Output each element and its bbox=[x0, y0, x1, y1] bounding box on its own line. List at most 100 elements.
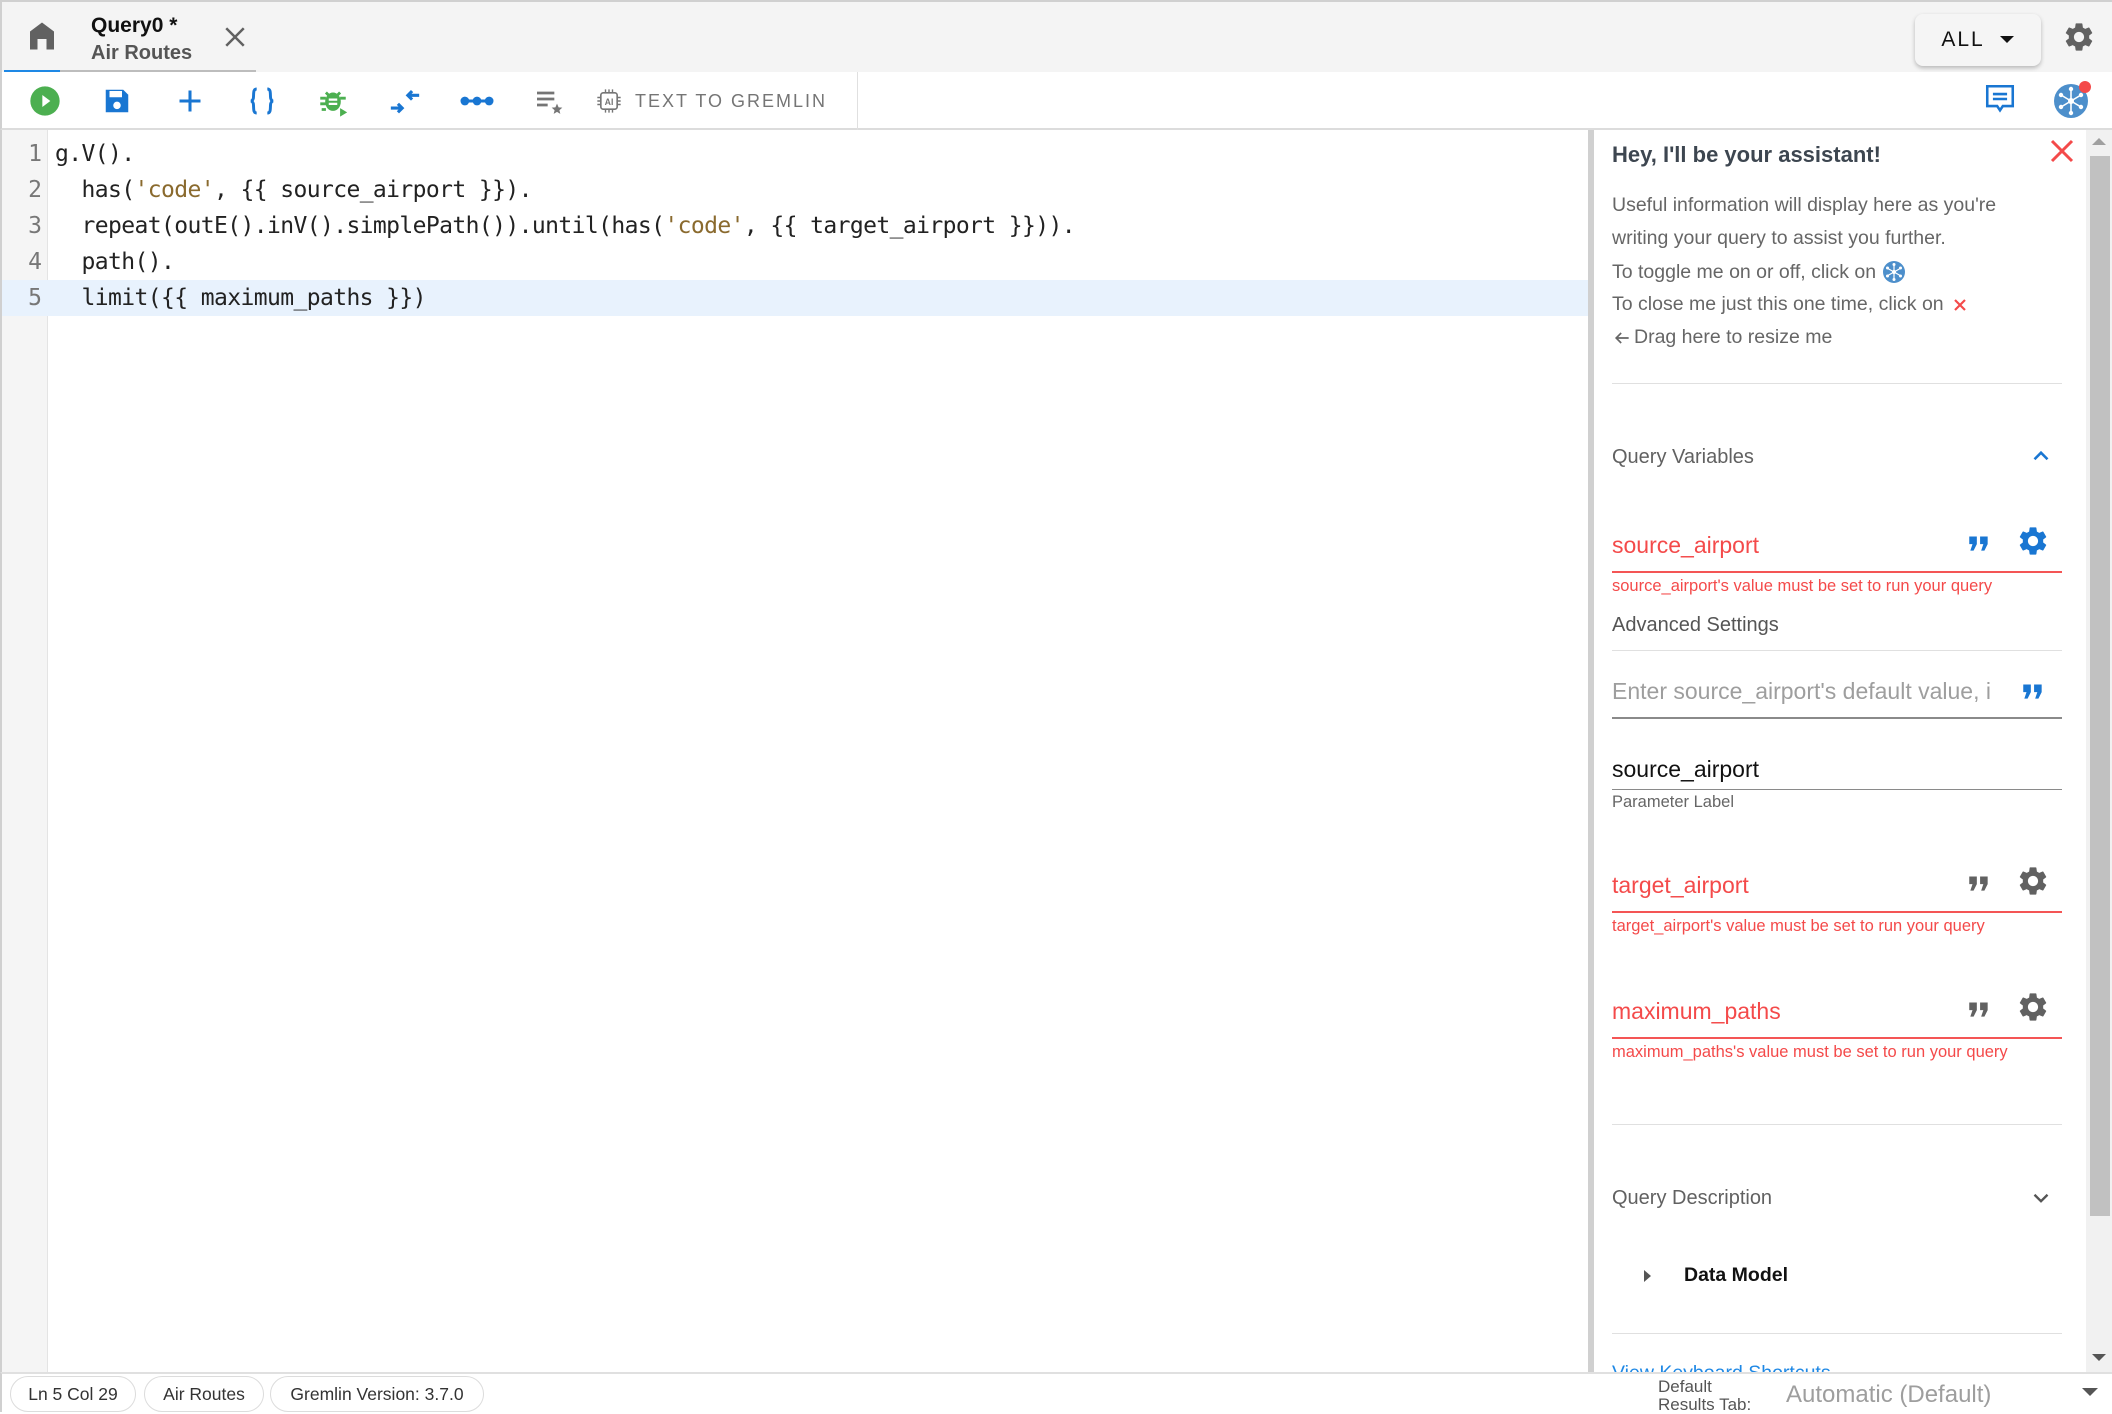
code-line[interactable]: 2 has('code', {{ source_airport }}). bbox=[2, 172, 1590, 208]
default-results-tab-select[interactable]: Automatic (Default) bbox=[1786, 1378, 2106, 1412]
play-circle-icon bbox=[30, 86, 60, 116]
code-line[interactable]: 4 path(). bbox=[2, 244, 1590, 280]
query-description-toggle[interactable] bbox=[2028, 1185, 2054, 1211]
settings-button[interactable] bbox=[2062, 20, 2096, 54]
code-text[interactable]: has('code', {{ source_airport }}). bbox=[55, 172, 532, 208]
mode-select-button[interactable]: ALL bbox=[1915, 14, 2041, 66]
code-token: , {{ source_airport }}). bbox=[213, 177, 533, 203]
gear-icon bbox=[2065, 23, 2093, 51]
gear-icon bbox=[2019, 993, 2047, 1021]
toggle-hint-text: To toggle me on or off, click on bbox=[1612, 260, 1877, 283]
list-star-icon bbox=[537, 91, 563, 114]
plus-icon bbox=[179, 90, 201, 112]
assistant-panel-scrollbar[interactable] bbox=[2086, 130, 2112, 1372]
variable-settings-button[interactable] bbox=[2016, 864, 2050, 898]
tab-subtitle[interactable]: Air Routes bbox=[91, 42, 192, 65]
variable-name-target-airport[interactable]: target_airport bbox=[1612, 872, 1749, 899]
code-text[interactable]: limit({{ maximum_paths }}) bbox=[55, 280, 426, 316]
parameter-label-caption: Parameter Label bbox=[1612, 793, 1734, 811]
debug-button[interactable] bbox=[316, 84, 350, 118]
default-value-string-toggle[interactable] bbox=[2020, 678, 2048, 706]
compress-arrows-icon bbox=[390, 89, 420, 114]
input-underline bbox=[1612, 789, 2062, 790]
assistant-close-hint: To close me just this one time, click on bbox=[1612, 293, 1970, 316]
save-button[interactable] bbox=[100, 84, 134, 118]
toolbar: AI TEXT TO GREMLIN bbox=[0, 72, 2112, 130]
home-button[interactable] bbox=[24, 18, 60, 54]
code-editor[interactable]: 1 g.V(). 2 has('code', {{ source_airport }… bbox=[0, 130, 1590, 1372]
assistant-resize-hint: Drag here to resize me bbox=[1612, 326, 1832, 349]
string-literal: 'code' bbox=[134, 177, 214, 203]
format-button[interactable] bbox=[245, 84, 279, 118]
code-line[interactable]: 1 g.V(). bbox=[2, 136, 1590, 172]
default-value-input[interactable] bbox=[1612, 674, 2012, 708]
variable-name-maximum-paths[interactable]: maximum_paths bbox=[1612, 998, 1781, 1025]
feedback-button[interactable] bbox=[1983, 82, 2017, 116]
chevron-down-icon bbox=[2033, 1193, 2049, 1203]
variable-settings-button[interactable] bbox=[2016, 524, 2050, 558]
variable-underline bbox=[1612, 571, 2062, 573]
assistant-title: Hey, I'll be your assistant! bbox=[1612, 142, 1881, 167]
home-icon bbox=[30, 22, 54, 50]
line-number: 3 bbox=[28, 213, 42, 239]
chevron-up-icon bbox=[2033, 450, 2049, 461]
advanced-settings-label[interactable]: Advanced Settings bbox=[1612, 614, 1779, 637]
bug-play-icon bbox=[320, 91, 348, 117]
variable-error-message: target_airport's value must be set to ru… bbox=[1612, 917, 1985, 935]
divider bbox=[1612, 650, 2062, 651]
tab-bar: Query0 * Air Routes ALL bbox=[0, 0, 2112, 74]
tab-title[interactable]: Query0 * bbox=[91, 14, 177, 38]
assistant-toggle-button[interactable] bbox=[2052, 80, 2092, 120]
code-token: , {{ target_airport }})). bbox=[743, 213, 1076, 239]
favorites-button[interactable] bbox=[532, 84, 566, 118]
text-to-gremlin-label: TEXT TO GREMLIN bbox=[635, 90, 828, 111]
variable-name-source-airport[interactable]: source_airport bbox=[1612, 532, 1759, 559]
text-to-gremlin-button[interactable]: AI TEXT TO GREMLIN bbox=[595, 80, 827, 122]
line-number: 2 bbox=[28, 177, 42, 203]
code-text[interactable]: g.V(). bbox=[55, 136, 135, 172]
variable-string-toggle[interactable] bbox=[1966, 530, 1994, 558]
results-label-line: Default bbox=[1658, 1377, 1712, 1396]
keyboard-shortcuts-link[interactable]: View Keyboard Shortcuts bbox=[1612, 1362, 1831, 1372]
scroll-down-arrow[interactable] bbox=[2092, 1354, 2106, 1361]
variable-error-message: source_airport's value must be set to ru… bbox=[1612, 577, 1993, 595]
code-text[interactable]: repeat(outE().inV().simplePath()).until(… bbox=[55, 208, 1075, 244]
parameter-label-input[interactable] bbox=[1612, 752, 2052, 786]
caret-down-icon[interactable] bbox=[2082, 1388, 2098, 1396]
tab-close-button[interactable] bbox=[220, 22, 250, 52]
code-token: limit({{ maximum_paths }}) bbox=[55, 285, 426, 311]
variable-string-toggle[interactable] bbox=[1966, 870, 1994, 898]
variable-string-toggle[interactable] bbox=[1966, 996, 1994, 1024]
graph-name-badge[interactable]: Air Routes bbox=[144, 1376, 264, 1412]
scrollbar-thumb[interactable] bbox=[2090, 156, 2110, 1216]
code-text[interactable]: path(). bbox=[55, 244, 174, 280]
gremlin-version-badge: Gremlin Version: 3.7.0 bbox=[270, 1376, 484, 1412]
arrow-left-icon bbox=[1614, 331, 1629, 344]
quote-icon bbox=[1969, 876, 1988, 891]
status-bar: Ln 5 Col 29 Air Routes Gremlin Version: … bbox=[0, 1372, 2112, 1414]
query-variables-heading[interactable]: Query Variables bbox=[1612, 446, 1754, 469]
data-model-item[interactable]: Data Model bbox=[1642, 1264, 1788, 1287]
divider bbox=[1612, 1333, 2062, 1334]
input-underline bbox=[1612, 717, 2062, 719]
run-button[interactable] bbox=[28, 84, 62, 118]
mode-select-label: ALL bbox=[1941, 28, 1985, 51]
query-description-heading[interactable]: Query Description bbox=[1612, 1187, 1772, 1210]
path-button[interactable] bbox=[460, 84, 494, 118]
default-results-tab-label: Default Results Tab: bbox=[1658, 1378, 1751, 1414]
cursor-position[interactable]: Ln 5 Col 29 bbox=[10, 1376, 136, 1412]
code-token: g.V(). bbox=[55, 141, 135, 167]
code-line[interactable]: 5 limit({{ maximum_paths }}) bbox=[2, 280, 1590, 316]
line-number: 4 bbox=[28, 249, 42, 275]
new-query-button[interactable] bbox=[173, 84, 207, 118]
scroll-up-arrow[interactable] bbox=[2092, 138, 2106, 145]
variable-settings-button[interactable] bbox=[2016, 990, 2050, 1024]
code-line[interactable]: 3 repeat(outE().inV().simplePath()).unti… bbox=[2, 208, 1590, 244]
query-variables-toggle[interactable] bbox=[2028, 443, 2054, 469]
compress-button[interactable] bbox=[388, 84, 422, 118]
variable-underline bbox=[1612, 911, 2062, 913]
notification-badge bbox=[2079, 81, 2091, 93]
toolbar-divider bbox=[857, 72, 858, 130]
close-icon bbox=[2050, 139, 2074, 163]
assistant-close-button[interactable] bbox=[2047, 136, 2077, 166]
